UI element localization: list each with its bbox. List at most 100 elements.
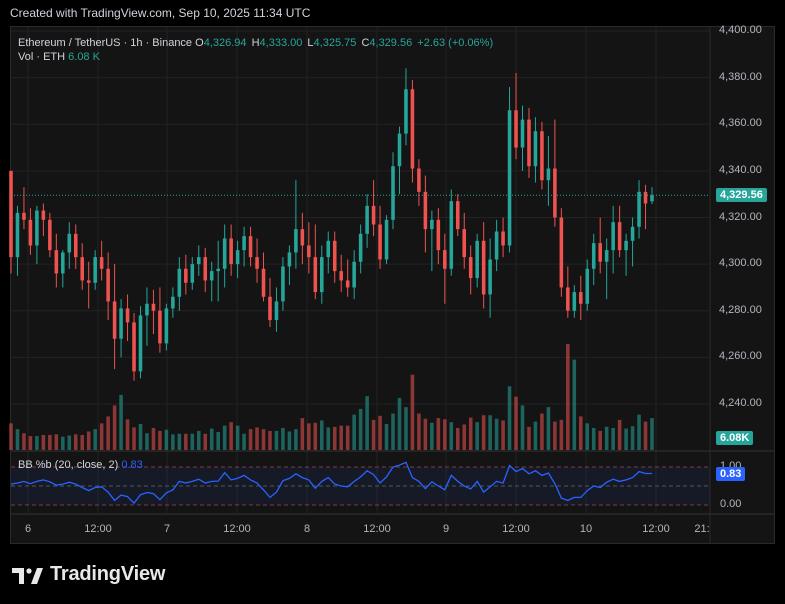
candle-body xyxy=(54,250,59,274)
volume-bar xyxy=(358,408,363,450)
volume-bar xyxy=(35,436,39,450)
volume-bar xyxy=(345,425,350,450)
candle-body xyxy=(501,231,505,246)
time-tick-label: 12:00 xyxy=(502,523,530,535)
candle-body xyxy=(624,240,628,251)
candle-body xyxy=(235,250,240,265)
volume-bar xyxy=(533,421,538,450)
volume-bar xyxy=(520,405,525,450)
candle-body xyxy=(430,219,434,230)
time-tick-label: 12:00 xyxy=(642,523,670,535)
candle-body xyxy=(119,308,123,339)
candle-body xyxy=(455,201,460,230)
volume-bar xyxy=(417,413,421,450)
volume-bar xyxy=(307,423,311,450)
volume-bar xyxy=(22,433,26,450)
low-value: 4,325.75 xyxy=(313,37,357,49)
time-tick-label: 12:00 xyxy=(363,523,391,535)
bb-value: 0.83 xyxy=(121,459,143,471)
candle-body xyxy=(320,257,324,293)
bb-label[interactable]: BB %b (20, close, 2) xyxy=(18,459,118,471)
volume-bar xyxy=(216,432,220,450)
volume-bar xyxy=(339,425,343,450)
volume-bar xyxy=(203,433,208,450)
candle-body xyxy=(559,217,564,288)
volume-bar xyxy=(443,419,447,450)
volume-label[interactable]: Vol · ETH xyxy=(18,51,65,63)
volume-bar xyxy=(313,422,318,450)
volume-bar xyxy=(572,359,577,450)
volume-bar xyxy=(67,435,72,450)
candle-body xyxy=(533,131,538,167)
volume-bar xyxy=(164,429,169,450)
volume-bar xyxy=(261,429,266,450)
volume-bar xyxy=(125,419,130,450)
volume-bar xyxy=(274,430,279,450)
candle-body xyxy=(145,303,149,316)
candle-body xyxy=(106,268,110,302)
candle-body xyxy=(190,264,195,283)
volume-bar xyxy=(455,427,460,450)
time-tick-label: 21: xyxy=(694,523,710,535)
candle-body xyxy=(22,212,26,220)
low-label: L xyxy=(307,37,314,49)
candle-body xyxy=(294,229,298,253)
candle-body xyxy=(443,250,447,269)
volume-bar xyxy=(397,397,402,450)
candle-body xyxy=(67,233,72,253)
volume-bar xyxy=(138,423,143,450)
volume-bar xyxy=(391,413,395,450)
volume-bar xyxy=(61,436,65,450)
volume-bar xyxy=(449,422,454,450)
tradingview-logo-text: TradingView xyxy=(50,563,166,585)
candle-body xyxy=(468,257,473,279)
volume-value: 6.08 K xyxy=(68,51,100,63)
candle-body xyxy=(158,310,162,344)
chart-canvas[interactable] xyxy=(0,0,785,604)
price-tick-label: 4,260.00 xyxy=(719,350,762,363)
volume-bar xyxy=(540,413,544,450)
volume-bar xyxy=(255,427,259,450)
volume-bar xyxy=(248,429,253,450)
volume-bar xyxy=(630,426,635,450)
candle-body xyxy=(611,222,615,251)
volume-bar xyxy=(73,434,78,450)
volume-bar xyxy=(235,425,240,450)
volume-bar xyxy=(617,419,622,450)
symbol-name[interactable]: Ethereum / TetherUS · 1h · Binance xyxy=(18,37,192,49)
price-badge: 4,329.56 xyxy=(716,188,767,202)
time-tick-label: 9 xyxy=(442,523,450,535)
tradingview-logo[interactable]: TradingView xyxy=(12,563,165,586)
price-tick-label: 4,280.00 xyxy=(719,303,762,316)
candle-body xyxy=(578,292,583,304)
candle-body xyxy=(93,257,97,283)
volume-bar xyxy=(430,422,434,450)
volume-bar xyxy=(378,415,382,450)
candle-body xyxy=(404,89,408,134)
volume-bar xyxy=(488,415,492,450)
candle-body xyxy=(332,240,337,272)
candle-body xyxy=(617,222,622,251)
volume-bar xyxy=(481,415,486,450)
volume-bar xyxy=(326,427,331,450)
bb-badge: 0.83 xyxy=(716,467,746,481)
candle-body xyxy=(222,238,227,269)
time-tick-label: 12:00 xyxy=(223,523,251,535)
price-tick-label: 4,380.00 xyxy=(719,70,762,83)
candle-body xyxy=(61,252,65,274)
volume-bar xyxy=(546,407,551,450)
candle-body xyxy=(475,240,479,279)
candle-body xyxy=(184,268,188,283)
volume-bar xyxy=(15,429,20,450)
volume-bar xyxy=(119,394,123,450)
volume-bar xyxy=(507,386,512,450)
high-label: H xyxy=(251,37,260,49)
volume-bar xyxy=(591,427,596,450)
candle-body xyxy=(125,308,130,323)
bb-tick-label: 0.00 xyxy=(720,498,742,510)
volume-bar xyxy=(566,344,570,450)
candle-body xyxy=(132,322,136,372)
candle-body xyxy=(507,110,512,246)
candle-body xyxy=(462,229,467,258)
volume-bar xyxy=(604,426,609,450)
